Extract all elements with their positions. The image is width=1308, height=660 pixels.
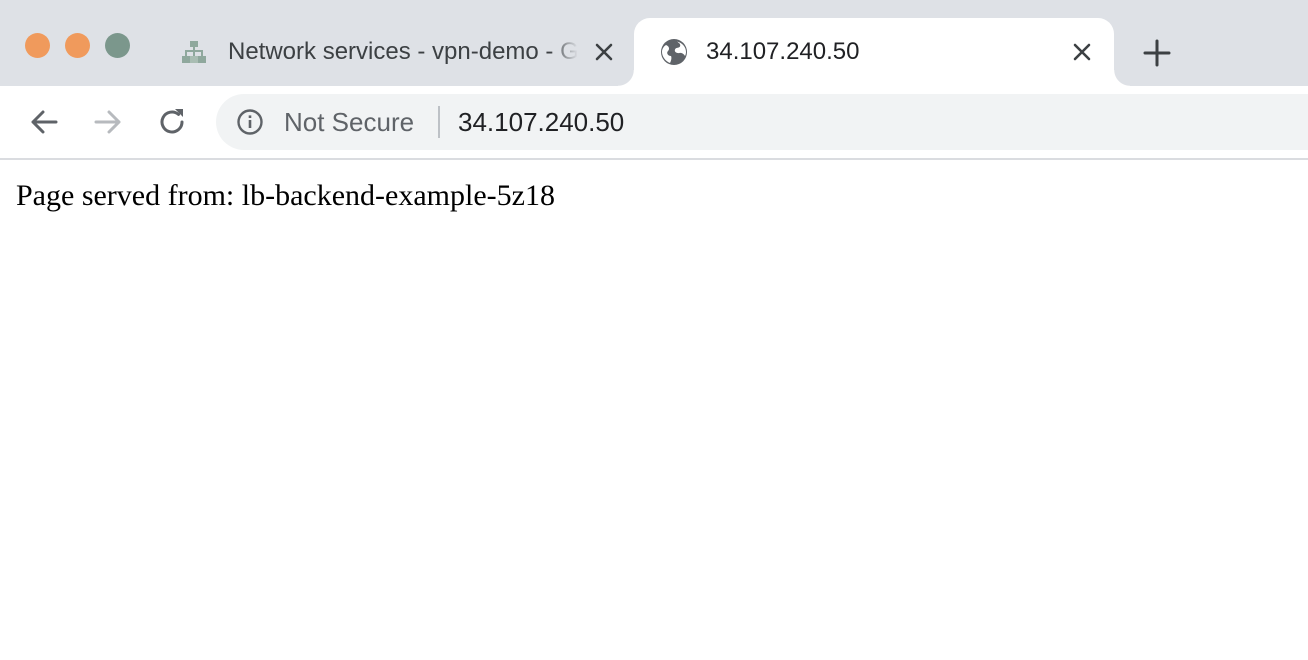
close-icon[interactable] [1068, 38, 1096, 66]
arrow-left-icon[interactable] [28, 106, 60, 138]
tab-active-ip[interactable]: 34.107.240.50 [618, 18, 1130, 86]
tab-title: Network services - vpn-demo - Google Clo… [228, 38, 578, 65]
page-body-text: Page served from: lb-backend-example-5z1… [16, 179, 555, 212]
address-bar[interactable]: Not Secure 34.107.240.50 [216, 94, 1308, 150]
plus-icon[interactable] [1140, 36, 1174, 70]
reload-icon[interactable] [156, 106, 188, 138]
tab-title: 34.107.240.50 [706, 38, 860, 65]
window-maximize-button[interactable] [105, 33, 130, 58]
tab-strip: Network services - vpn-demo - Google Clo… [0, 0, 1308, 86]
tab-network-services[interactable]: Network services - vpn-demo - Google Clo… [168, 18, 630, 86]
network-services-icon [180, 38, 208, 66]
info-icon[interactable] [236, 108, 264, 136]
window-close-button[interactable] [25, 33, 50, 58]
page-content: Page served from: lb-backend-example-5z1… [0, 160, 1308, 660]
window-minimize-button[interactable] [65, 33, 90, 58]
url-text[interactable]: 34.107.240.50 [458, 106, 624, 138]
browser-toolbar: Not Secure 34.107.240.50 [0, 86, 1308, 160]
omnibox-divider [438, 106, 440, 138]
security-label[interactable]: Not Secure [284, 106, 414, 138]
globe-icon [660, 38, 688, 66]
close-icon[interactable] [590, 38, 618, 66]
arrow-right-icon[interactable] [92, 106, 124, 138]
